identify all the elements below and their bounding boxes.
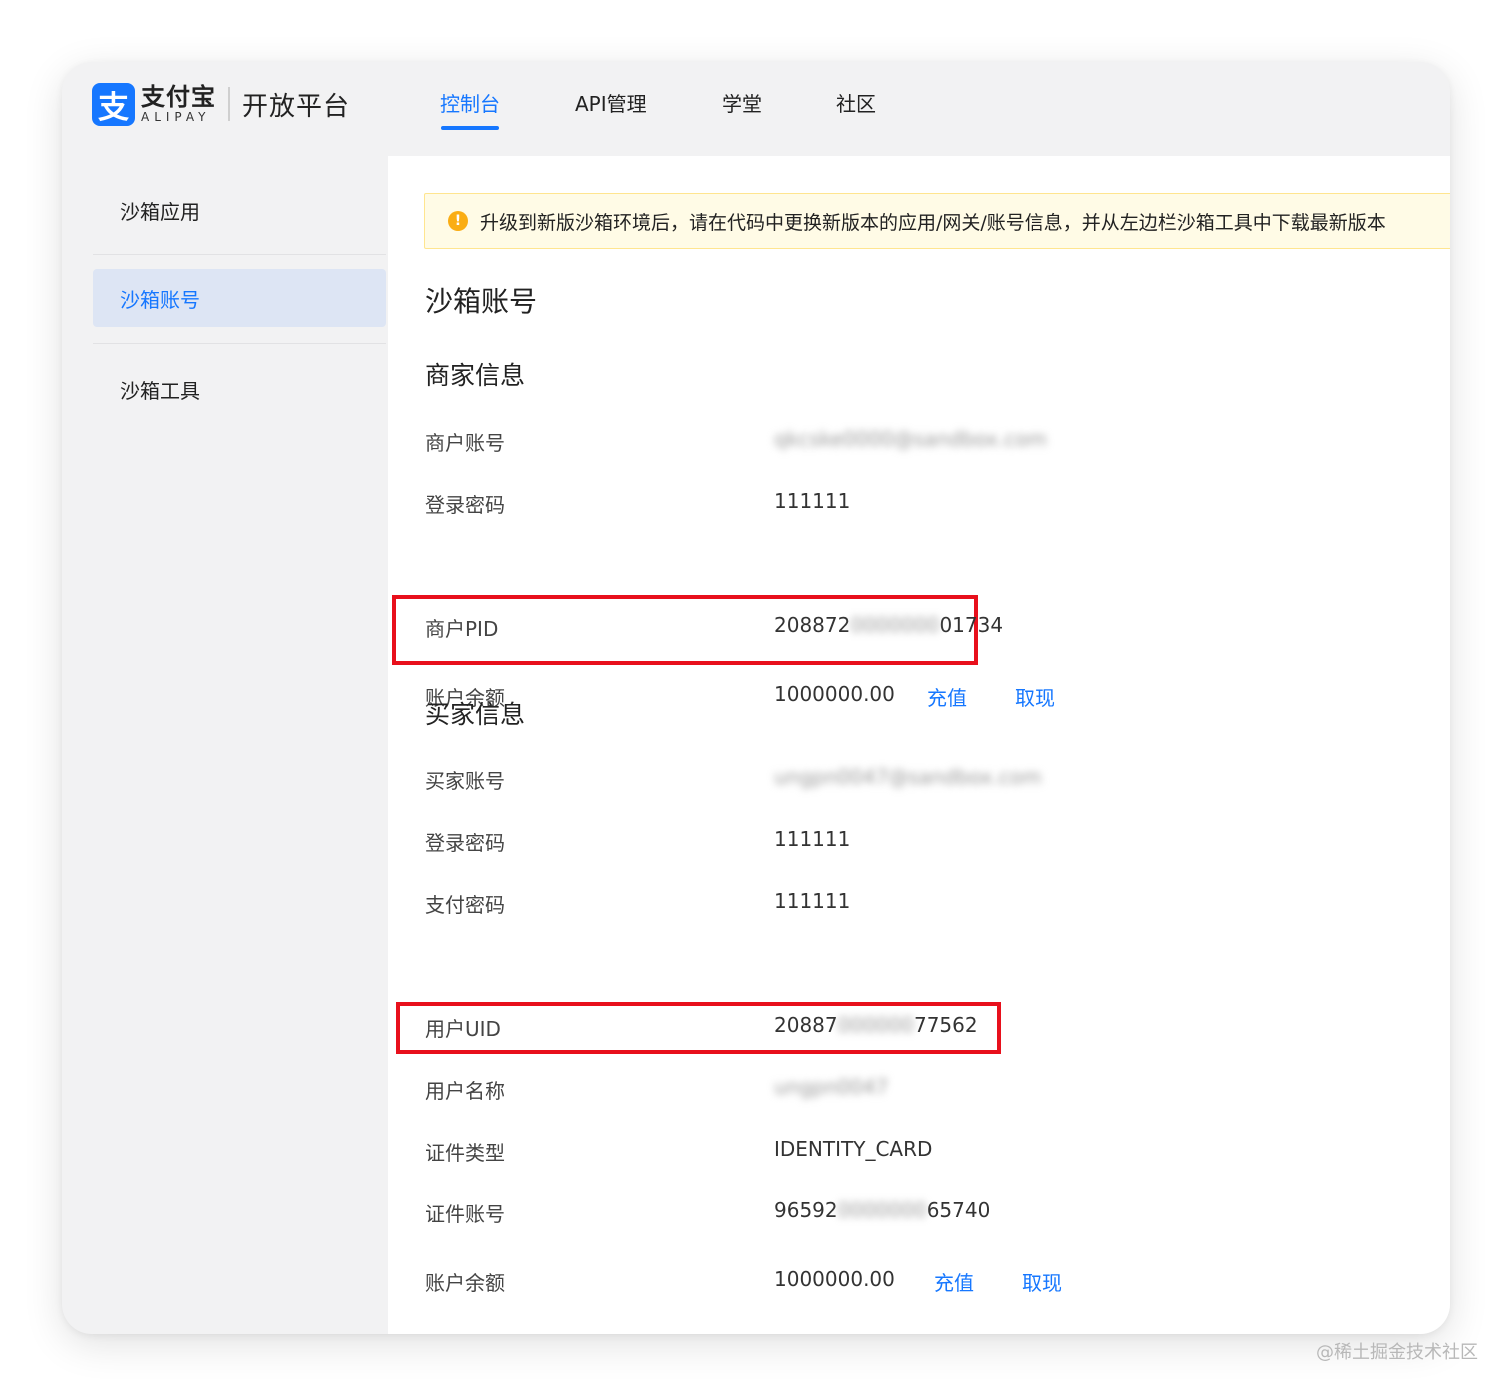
platform-name: 开放平台 bbox=[242, 91, 351, 122]
sidebar-divider bbox=[93, 254, 386, 255]
sidebar-item-sandbox-account[interactable]: 沙箱账号 bbox=[93, 269, 386, 327]
nav-console[interactable]: 控制台 bbox=[440, 88, 500, 130]
warning-icon: ! bbox=[448, 211, 468, 231]
buyer-balance-label: 账户余额 bbox=[425, 1271, 505, 1295]
alert-text: 升级到新版沙箱环境后，请在代码中更换新版本的应用/网关/账号信息，并从左边栏沙箱… bbox=[480, 211, 1386, 234]
sidebar-item-label: 沙箱账号 bbox=[120, 287, 200, 312]
nav-api-management[interactable]: API管理 bbox=[575, 88, 647, 117]
buyer-idno-value: 96592000000065740 bbox=[774, 1198, 991, 1222]
alipay-logo-icon: 支 bbox=[92, 82, 135, 126]
nav-active-underline bbox=[441, 126, 499, 130]
page-title: 沙箱账号 bbox=[425, 285, 538, 318]
buyer-password-value: 111111 bbox=[774, 827, 851, 851]
buyer-name-label: 用户名称 bbox=[425, 1079, 505, 1103]
buyer-password-label: 登录密码 bbox=[425, 831, 505, 855]
merchant-pid-value: 208872000000001734 bbox=[774, 613, 1004, 637]
buyer-paypwd-label: 支付密码 bbox=[425, 893, 505, 917]
merchant-withdraw-link[interactable]: 取现 bbox=[1015, 682, 1055, 711]
merchant-pid-label: 商户PID bbox=[425, 617, 499, 641]
merchant-password-value: 111111 bbox=[774, 489, 851, 513]
upgrade-alert: ! 升级到新版沙箱环境后，请在代码中更换新版本的应用/网关/账号信息，并从左边栏… bbox=[424, 193, 1450, 249]
merchant-recharge-link[interactable]: 充值 bbox=[927, 682, 967, 711]
sidebar-item-label: 沙箱工具 bbox=[120, 378, 200, 403]
buyer-uid-value: 2088700000077562 bbox=[774, 1013, 978, 1037]
merchant-password-label: 登录密码 bbox=[425, 493, 505, 517]
logo-brand-cn: 支付宝 bbox=[141, 83, 216, 111]
main-content: ! 升级到新版沙箱环境后，请在代码中更换新版本的应用/网关/账号信息，并从左边栏… bbox=[388, 156, 1450, 1334]
app-window: 支 支付宝 ALIPAY 开放平台 控制台 API管理 学堂 社区 沙箱应用 沙… bbox=[62, 62, 1450, 1334]
merchant-balance-value: 1000000.00 bbox=[774, 682, 895, 706]
sidebar-divider bbox=[93, 343, 386, 344]
merchant-account-value: qkcske0000@sandbox.com bbox=[774, 427, 1048, 451]
top-header: 支 支付宝 ALIPAY 开放平台 控制台 API管理 学堂 社区 bbox=[62, 62, 1450, 156]
merchant-section-title: 商家信息 bbox=[425, 361, 526, 390]
merchant-account-label: 商户账号 bbox=[425, 431, 505, 455]
watermark: @稀土掘金技术社区 bbox=[1316, 1342, 1478, 1363]
logo-brand-en: ALIPAY bbox=[141, 110, 211, 124]
sidebar-item-sandbox-app[interactable]: 沙箱应用 bbox=[93, 181, 386, 239]
buyer-section-title: 买家信息 bbox=[425, 700, 526, 729]
buyer-recharge-link[interactable]: 充值 bbox=[934, 1267, 974, 1296]
nav-community[interactable]: 社区 bbox=[836, 88, 876, 117]
buyer-idtype-value: IDENTITY_CARD bbox=[774, 1137, 933, 1161]
buyer-name-value: ungpn0047 bbox=[774, 1075, 889, 1099]
buyer-idtype-label: 证件类型 bbox=[425, 1141, 505, 1165]
buyer-account-label: 买家账号 bbox=[425, 769, 505, 793]
sidebar: 沙箱应用 沙箱账号 沙箱工具 bbox=[62, 156, 388, 1334]
buyer-idno-label: 证件账号 bbox=[425, 1202, 505, 1226]
buyer-paypwd-value: 111111 bbox=[774, 889, 851, 913]
buyer-uid-label: 用户UID bbox=[425, 1017, 501, 1041]
logo-divider bbox=[228, 87, 230, 121]
sidebar-item-sandbox-tools[interactable]: 沙箱工具 bbox=[93, 360, 386, 418]
buyer-withdraw-link[interactable]: 取现 bbox=[1022, 1267, 1062, 1296]
alipay-logo[interactable]: 支 支付宝 ALIPAY 开放平台 bbox=[92, 82, 350, 126]
buyer-balance-value: 1000000.00 bbox=[774, 1267, 895, 1291]
buyer-account-value: ungpn0047@sandbox.com bbox=[774, 765, 1042, 789]
sidebar-item-label: 沙箱应用 bbox=[120, 199, 200, 224]
nav-academy[interactable]: 学堂 bbox=[722, 88, 762, 117]
